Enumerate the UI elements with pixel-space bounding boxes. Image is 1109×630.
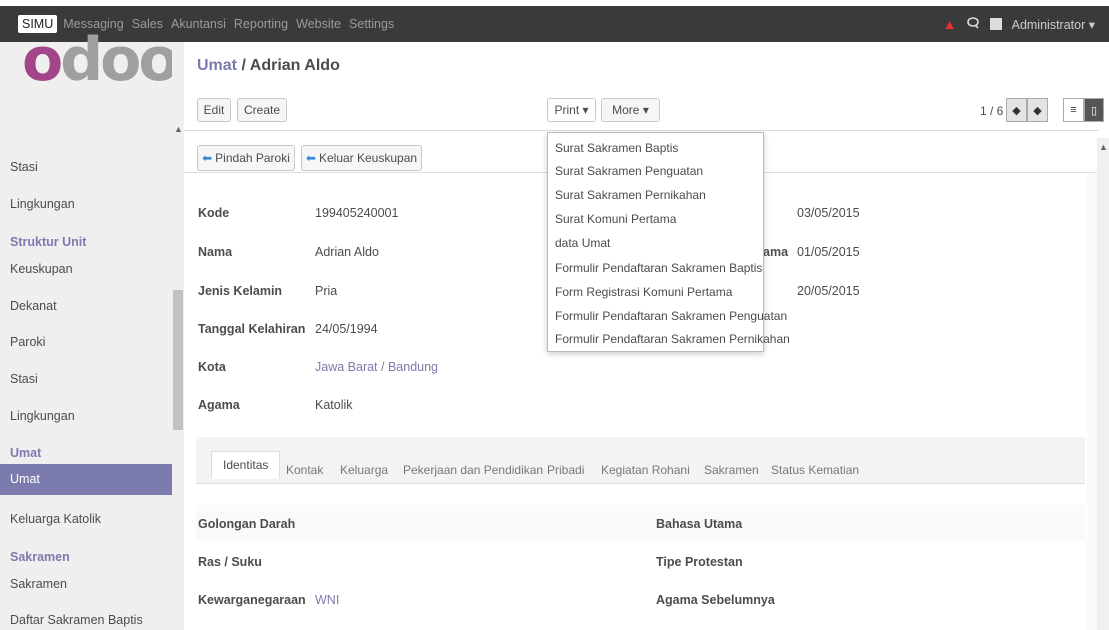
sidebar-item-paroki[interactable]: Paroki — [0, 335, 172, 349]
pager-counter[interactable]: 1 / 6 — [980, 104, 1003, 118]
field-label-bahasa-utama: Bahasa Utama — [656, 517, 743, 531]
edit-button[interactable]: Edit — [197, 98, 231, 122]
user-area: ▲ Administrator ▾ — [943, 6, 1095, 42]
field-label-ras-suku: Ras / Suku — [198, 555, 262, 569]
breadcrumb-current: Adrian Aldo — [249, 57, 340, 74]
print-menu-item[interactable]: Formulir Pendaftaran Sakramen Penguatan — [555, 309, 787, 323]
field-label-jenis-kelamin: Jenis Kelamin — [198, 284, 283, 298]
sidebar-section-sakramen: Sakramen — [10, 550, 70, 564]
tab-sakramen[interactable]: Sakramen — [704, 463, 759, 477]
next-record-icon[interactable]: ◆ — [1027, 98, 1048, 122]
print-menu-item[interactable]: Formulir Pendaftaran Sakramen Pernikahan — [555, 332, 790, 346]
sidebar-item-lingkungan-2[interactable]: Lingkungan — [0, 409, 172, 423]
field-label-agama-sebelumnya: Agama Sebelumnya — [656, 593, 775, 607]
field-label-tanggal-kelahiran: Tanggal Kelahiran — [198, 322, 306, 336]
field-value-agama: Katolik — [315, 398, 353, 412]
keluar-icon: ⬅ — [305, 151, 316, 165]
field-value-date-1: 03/05/2015 — [797, 206, 860, 220]
sidebar-section-umat: Umat — [10, 446, 42, 460]
print-menu-item[interactable]: Surat Sakramen Pernikahan — [555, 188, 706, 202]
sidebar-item-keluarga-katolik[interactable]: Keluarga Katolik — [0, 512, 172, 526]
form-view-icon[interactable]: ▯ — [1084, 98, 1104, 122]
previous-record-icon[interactable]: ◆ — [1006, 98, 1027, 122]
field-value-tanggal-kelahiran: 24/05/1994 — [315, 322, 378, 336]
field-value-date-3: 20/05/2015 — [797, 284, 860, 298]
sidebar-item-keuskupan[interactable]: Keuskupan — [0, 262, 172, 276]
sidebar-item-stasi-2[interactable]: Stasi — [0, 372, 172, 386]
field-value-kode: 199405240001 — [315, 206, 399, 220]
warning-icon[interactable]: ▲ — [943, 16, 957, 32]
list-view-icon[interactable]: ≡ — [1063, 98, 1084, 122]
field-label-partial: ama — [763, 245, 789, 259]
print-menu-item[interactable]: Surat Sakramen Penguatan — [555, 164, 703, 178]
sidebar-item-lingkungan[interactable]: Lingkungan — [0, 197, 172, 211]
keluar-keuskupan-button[interactable]: ⬅ Keluar Keuskupan — [301, 145, 422, 171]
sidebar-item-dekanat[interactable]: Dekanat — [0, 299, 172, 313]
field-label-golongan-darah: Golongan Darah — [198, 517, 296, 531]
tab-status-kematian[interactable]: Status Kematian — [771, 463, 859, 477]
field-value-nama: Adrian Aldo — [315, 245, 379, 259]
field-value-kewarganegaraan-link[interactable]: WNI — [315, 593, 339, 607]
sidebar-section-struktur-unit: Struktur Unit — [10, 235, 87, 249]
print-dropdown-button[interactable]: Print ▾ — [547, 98, 596, 122]
odoo-logo[interactable]: odoo — [22, 30, 180, 90]
scroll-up-arrow-icon[interactable]: ▲ — [1099, 142, 1108, 152]
divider — [184, 130, 1099, 131]
field-label-kota: Kota — [198, 360, 226, 374]
identitas-row-bg — [196, 505, 1085, 541]
avatar-icon[interactable] — [989, 18, 1002, 30]
field-label-nama: Nama — [198, 245, 233, 259]
print-menu-item[interactable]: Form Registrasi Komuni Pertama — [555, 285, 732, 299]
tabs-divider — [196, 483, 1085, 484]
breadcrumb: Umat / Adrian Aldo — [197, 57, 340, 74]
user-menu[interactable]: Administrator ▾ — [1012, 17, 1095, 32]
breadcrumb-umat-link[interactable]: Umat — [197, 57, 237, 74]
menu-reporting[interactable]: Reporting — [234, 17, 288, 31]
sidebar-item-umat[interactable]: Umat — [0, 464, 172, 495]
tab-kontak[interactable]: Kontak — [286, 463, 323, 477]
field-label-tipe-protestan: Tipe Protestan — [656, 555, 743, 569]
tab-identitas[interactable]: Identitas — [211, 451, 281, 479]
print-menu-item[interactable]: Surat Sakramen Baptis — [555, 141, 678, 155]
menu-akuntansi[interactable]: Akuntansi — [171, 17, 226, 31]
print-menu-item[interactable]: Formulir Pendaftaran Sakramen Baptis — [555, 261, 762, 275]
field-label-agama: Agama — [198, 398, 240, 412]
pindah-icon: ⬅ — [202, 151, 213, 165]
scroll-up-arrow-icon[interactable]: ▲ — [174, 124, 183, 134]
more-dropdown-button[interactable]: More ▾ — [601, 98, 660, 122]
print-menu-item[interactable]: data Umat — [555, 236, 610, 250]
field-value-kota-link[interactable]: Jawa Barat / Bandung — [315, 360, 438, 374]
tab-kegiatan-rohani[interactable]: Kegiatan Rohani — [601, 463, 690, 477]
create-button[interactable]: Create — [237, 98, 287, 122]
sidebar-item-stasi[interactable]: Stasi — [0, 160, 172, 174]
tab-pekerjaan-dan-pendidikan[interactable]: Pekerjaan dan Pendidikan — [403, 463, 543, 477]
chat-icon[interactable] — [966, 16, 980, 32]
field-value-jenis-kelamin: Pria — [315, 284, 338, 298]
tab-pribadi[interactable]: Pribadi — [547, 463, 584, 477]
print-menu-item[interactable]: Surat Komuni Pertama — [555, 212, 676, 226]
menu-website[interactable]: Website — [296, 17, 341, 31]
content-scrollbar[interactable]: ▲ — [1097, 138, 1109, 630]
sidebar-scroll-thumb[interactable] — [173, 290, 183, 430]
field-label-kewarganegaraan: Kewarganegaraan — [198, 593, 306, 607]
sidebar-item-sakramen[interactable]: Sakramen — [0, 577, 172, 591]
field-label-kode: Kode — [198, 206, 230, 220]
print-dropdown-menu: Surat Sakramen Baptis Surat Sakramen Pen… — [547, 132, 790, 352]
menu-settings[interactable]: Settings — [349, 17, 394, 31]
pindah-paroki-button[interactable]: ⬅ Pindah Paroki — [197, 145, 295, 171]
tab-keluarga[interactable]: Keluarga — [340, 463, 388, 477]
field-value-date-2: 01/05/2015 — [797, 245, 860, 259]
sidebar-item-daftar-sakramen-baptis[interactable]: Daftar Sakramen Baptis — [0, 613, 172, 627]
